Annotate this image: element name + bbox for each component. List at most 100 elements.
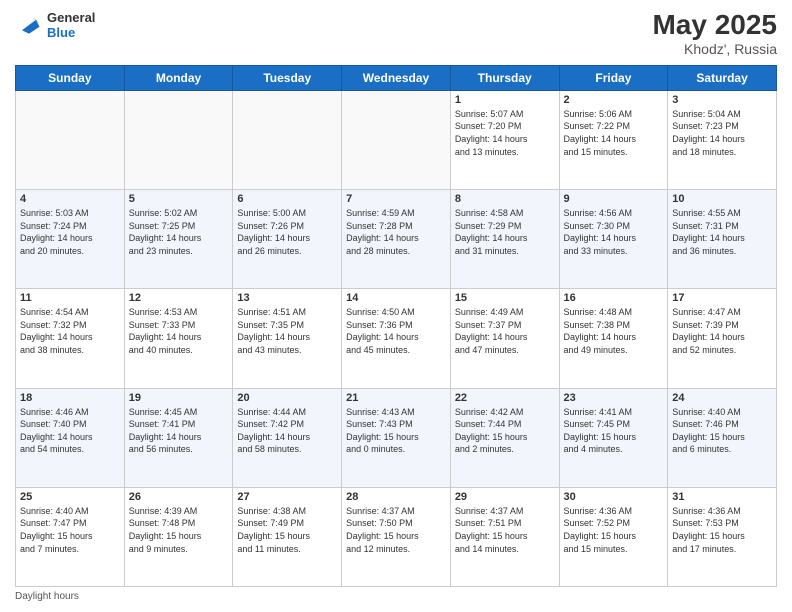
day-cell-2: [233, 90, 342, 189]
day-info: Sunrise: 4:50 AM Sunset: 7:36 PM Dayligh…: [346, 306, 446, 356]
day-cell-19: 16 Sunrise: 4:48 AM Sunset: 7:38 PM Dayli…: [559, 289, 668, 388]
day-cell-26: 23 Sunrise: 4:41 AM Sunset: 7:45 PM Dayli…: [559, 388, 668, 487]
day-cell-20: 17 Sunrise: 4:47 AM Sunset: 7:39 PM Dayli…: [668, 289, 777, 388]
day-number: 24: [672, 392, 772, 404]
day-cell-12: 9Sunrise: 4:56 AM Sunset: 7:30 PM Daylig…: [559, 190, 668, 289]
day-cell-32: 29 Sunrise: 4:37 AM Sunset: 7:51 PM Dayli…: [450, 487, 559, 586]
day-cell-30: 27 Sunrise: 4:38 AM Sunset: 7:49 PM Dayli…: [233, 487, 342, 586]
day-info: Sunrise: 4:43 AM Sunset: 7:43 PM Dayligh…: [346, 406, 446, 456]
logo: General Blue: [15, 10, 95, 40]
day-info: Sunrise: 4:55 AM Sunset: 7:31 PM Dayligh…: [672, 207, 772, 257]
day-cell-14: 11Sunrise: 4:54 AM Sunset: 7:32 PM Dayli…: [16, 289, 125, 388]
day-number: 22: [455, 392, 555, 404]
day-cell-31: 28 Sunrise: 4:37 AM Sunset: 7:50 PM Dayli…: [342, 487, 451, 586]
footer-note: Daylight hours: [15, 591, 777, 602]
day-info: Sunrise: 4:51 AM Sunset: 7:35 PM Dayligh…: [237, 306, 337, 356]
logo-text: General Blue: [47, 10, 95, 40]
day-info: Sunrise: 5:06 AM Sunset: 7:22 PM Dayligh…: [564, 108, 664, 158]
title-location: Khodz', Russia: [652, 41, 777, 57]
day-number: 26: [129, 491, 229, 503]
logo-general: General: [47, 10, 95, 25]
day-cell-28: 25Sunrise: 4:40 AM Sunset: 7:47 PM Dayli…: [16, 487, 125, 586]
day-cell-8: 5 Sunrise: 5:02 AM Sunset: 7:25 PM Daylig…: [124, 190, 233, 289]
day-cell-23: 20 Sunrise: 4:44 AM Sunset: 7:42 PM Dayli…: [233, 388, 342, 487]
day-cell-1: [124, 90, 233, 189]
header-thursday: Thursday: [450, 65, 559, 90]
week-row-3: 11Sunrise: 4:54 AM Sunset: 7:32 PM Dayli…: [16, 289, 777, 388]
week-row-5: 25Sunrise: 4:40 AM Sunset: 7:47 PM Dayli…: [16, 487, 777, 586]
day-info: Sunrise: 4:46 AM Sunset: 7:40 PM Dayligh…: [20, 406, 120, 456]
header-wednesday: Wednesday: [342, 65, 451, 90]
day-info: Sunrise: 4:40 AM Sunset: 7:47 PM Dayligh…: [20, 505, 120, 555]
day-info: Sunrise: 5:03 AM Sunset: 7:24 PM Dayligh…: [20, 207, 120, 257]
week-row-1: 1 Sunrise: 5:07 AM Sunset: 7:20 PM Daylig…: [16, 90, 777, 189]
day-info: Sunrise: 4:41 AM Sunset: 7:45 PM Dayligh…: [564, 406, 664, 456]
day-number: 28: [346, 491, 446, 503]
day-number: 23: [564, 392, 664, 404]
day-info: Sunrise: 4:37 AM Sunset: 7:50 PM Dayligh…: [346, 505, 446, 555]
title-month: May 2025: [652, 10, 777, 41]
day-cell-5: 2 Sunrise: 5:06 AM Sunset: 7:22 PM Daylig…: [559, 90, 668, 189]
day-number: 14: [346, 292, 446, 304]
header-monday: Monday: [124, 65, 233, 90]
day-info: Sunrise: 4:54 AM Sunset: 7:32 PM Dayligh…: [20, 306, 120, 356]
day-number: 4: [20, 193, 120, 205]
day-number: 7: [346, 193, 446, 205]
day-number: 2: [564, 94, 664, 106]
day-number: 29: [455, 491, 555, 503]
day-info: Sunrise: 5:07 AM Sunset: 7:20 PM Dayligh…: [455, 108, 555, 158]
day-number: 17: [672, 292, 772, 304]
day-number: 18: [20, 392, 120, 404]
day-cell-11: 8Sunrise: 4:58 AM Sunset: 7:29 PM Daylig…: [450, 190, 559, 289]
day-info: Sunrise: 4:38 AM Sunset: 7:49 PM Dayligh…: [237, 505, 337, 555]
day-cell-29: 26Sunrise: 4:39 AM Sunset: 7:48 PM Dayli…: [124, 487, 233, 586]
day-cell-33: 30Sunrise: 4:36 AM Sunset: 7:52 PM Dayli…: [559, 487, 668, 586]
day-info: Sunrise: 4:42 AM Sunset: 7:44 PM Dayligh…: [455, 406, 555, 456]
day-cell-21: 18 Sunrise: 4:46 AM Sunset: 7:40 PM Dayli…: [16, 388, 125, 487]
logo-blue: Blue: [47, 25, 95, 40]
day-number: 16: [564, 292, 664, 304]
day-info: Sunrise: 4:56 AM Sunset: 7:30 PM Dayligh…: [564, 207, 664, 257]
generalblue-logo-icon: [15, 11, 43, 39]
day-cell-9: 6 Sunrise: 5:00 AM Sunset: 7:26 PM Daylig…: [233, 190, 342, 289]
day-info: Sunrise: 4:45 AM Sunset: 7:41 PM Dayligh…: [129, 406, 229, 456]
day-cell-7: 4 Sunrise: 5:03 AM Sunset: 7:24 PM Daylig…: [16, 190, 125, 289]
day-info: Sunrise: 4:36 AM Sunset: 7:53 PM Dayligh…: [672, 505, 772, 555]
day-number: 20: [237, 392, 337, 404]
day-info: Sunrise: 4:48 AM Sunset: 7:38 PM Dayligh…: [564, 306, 664, 356]
day-info: Sunrise: 5:02 AM Sunset: 7:25 PM Dayligh…: [129, 207, 229, 257]
day-number: 31: [672, 491, 772, 503]
day-info: Sunrise: 4:59 AM Sunset: 7:28 PM Dayligh…: [346, 207, 446, 257]
day-cell-24: 21 Sunrise: 4:43 AM Sunset: 7:43 PM Dayli…: [342, 388, 451, 487]
day-cell-22: 19Sunrise: 4:45 AM Sunset: 7:41 PM Dayli…: [124, 388, 233, 487]
day-number: 12: [129, 292, 229, 304]
day-number: 1: [455, 94, 555, 106]
day-number: 5: [129, 193, 229, 205]
day-info: Sunrise: 4:47 AM Sunset: 7:39 PM Dayligh…: [672, 306, 772, 356]
day-number: 27: [237, 491, 337, 503]
week-row-2: 4 Sunrise: 5:03 AM Sunset: 7:24 PM Daylig…: [16, 190, 777, 289]
day-cell-27: 24Sunrise: 4:40 AM Sunset: 7:46 PM Dayli…: [668, 388, 777, 487]
day-cell-16: 13 Sunrise: 4:51 AM Sunset: 7:35 PM Dayli…: [233, 289, 342, 388]
day-cell-34: 31 Sunrise: 4:36 AM Sunset: 7:53 PM Dayli…: [668, 487, 777, 586]
day-info: Sunrise: 5:00 AM Sunset: 7:26 PM Dayligh…: [237, 207, 337, 257]
calendar-table: Sunday Monday Tuesday Wednesday Thursday…: [15, 65, 777, 587]
header-tuesday: Tuesday: [233, 65, 342, 90]
day-info: Sunrise: 4:37 AM Sunset: 7:51 PM Dayligh…: [455, 505, 555, 555]
day-info: Sunrise: 4:44 AM Sunset: 7:42 PM Dayligh…: [237, 406, 337, 456]
day-cell-6: 3 Sunrise: 5:04 AM Sunset: 7:23 PM Daylig…: [668, 90, 777, 189]
day-number: 8: [455, 193, 555, 205]
header-friday: Friday: [559, 65, 668, 90]
page: General Blue May 2025 Khodz', Russia Sun…: [0, 0, 792, 612]
header: General Blue May 2025 Khodz', Russia: [15, 10, 777, 57]
day-number: 13: [237, 292, 337, 304]
title-block: May 2025 Khodz', Russia: [652, 10, 777, 57]
day-cell-10: 7 Sunrise: 4:59 AM Sunset: 7:28 PM Daylig…: [342, 190, 451, 289]
day-info: Sunrise: 4:53 AM Sunset: 7:33 PM Dayligh…: [129, 306, 229, 356]
day-info: Sunrise: 4:36 AM Sunset: 7:52 PM Dayligh…: [564, 505, 664, 555]
day-number: 6: [237, 193, 337, 205]
day-number: 21: [346, 392, 446, 404]
day-info: Sunrise: 5:04 AM Sunset: 7:23 PM Dayligh…: [672, 108, 772, 158]
day-cell-13: 10Sunrise: 4:55 AM Sunset: 7:31 PM Dayli…: [668, 190, 777, 289]
day-number: 3: [672, 94, 772, 106]
